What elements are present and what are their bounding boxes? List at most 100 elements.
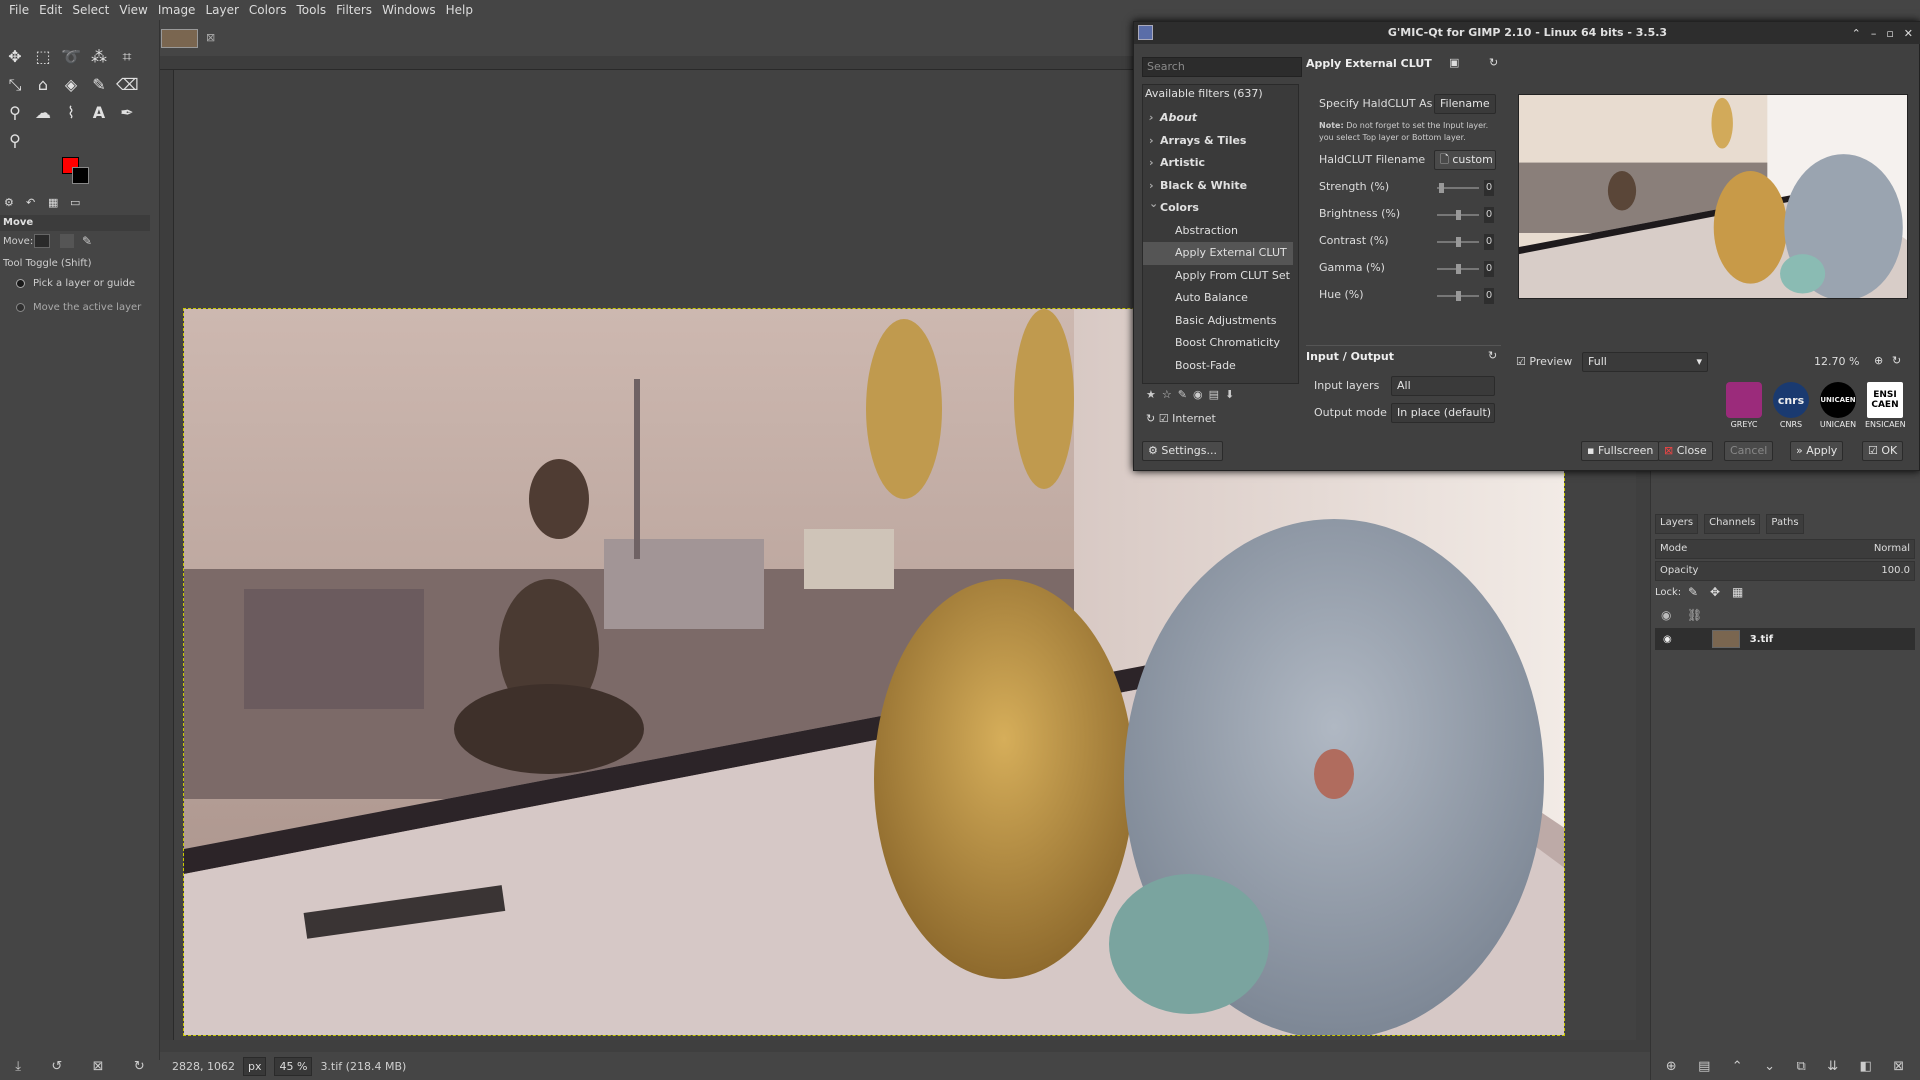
param-value[interactable]: 0 xyxy=(1484,234,1494,250)
move-path-mode-icon[interactable]: ✎ xyxy=(82,234,92,248)
collapse-icon[interactable]: ⌃ xyxy=(1852,27,1861,40)
layer-visibility-icon[interactable]: ◉ xyxy=(1663,634,1672,645)
param-slider[interactable] xyxy=(1437,291,1479,301)
tab-channels[interactable]: Channels xyxy=(1704,514,1761,534)
menu-file[interactable]: File xyxy=(4,3,34,17)
new-group-icon[interactable]: ▤ xyxy=(1698,1059,1710,1074)
cancel-button[interactable]: Cancel xyxy=(1724,441,1774,461)
menu-colors[interactable]: Colors xyxy=(244,3,292,17)
haldclut-file-button[interactable]: 🗋 custom xyxy=(1434,150,1496,170)
maximize-icon[interactable]: ▫ xyxy=(1886,27,1893,40)
preview-refresh-icon[interactable]: ↻ xyxy=(1892,354,1901,367)
download-icon[interactable]: ⬇ xyxy=(1225,388,1234,408)
rect-select-icon[interactable]: ⬚ xyxy=(32,46,54,68)
menu-filters[interactable]: Filters xyxy=(331,3,377,17)
zoom-fit-icon[interactable]: ⊕ xyxy=(1874,354,1883,367)
layer-mode-value[interactable]: Normal xyxy=(1874,540,1910,558)
delete-layer-icon[interactable]: ⊠ xyxy=(1893,1059,1904,1074)
menu-layer[interactable]: Layer xyxy=(200,3,243,17)
filter-tree-item[interactable]: Apply From CLUT Set xyxy=(1143,265,1293,288)
param-slider[interactable] xyxy=(1437,237,1479,247)
slider-handle[interactable] xyxy=(1455,210,1461,220)
filter-tree-item[interactable]: Auto Balance xyxy=(1143,287,1293,310)
filter-tree-item[interactable]: Apply External CLUT xyxy=(1143,242,1293,265)
preview-zoom[interactable]: 12.70 % xyxy=(1814,355,1859,368)
move-layer-mode-icon[interactable] xyxy=(34,234,50,248)
lock-position-icon[interactable]: ✥ xyxy=(1710,585,1720,599)
expand-all-icon[interactable]: ▤ xyxy=(1209,388,1219,408)
minimize-icon[interactable]: – xyxy=(1871,27,1877,40)
smudge-icon[interactable]: ☁ xyxy=(32,102,54,124)
merge-layer-icon[interactable]: ⇊ xyxy=(1827,1059,1838,1074)
preview-mode-select[interactable]: Full ▾ xyxy=(1582,352,1708,372)
filter-tree-item[interactable]: Artistic xyxy=(1143,152,1293,175)
filter-fave-icon[interactable]: ▣ xyxy=(1449,56,1459,69)
slider-handle[interactable] xyxy=(1438,183,1444,193)
unit-select[interactable]: px xyxy=(242,1056,267,1076)
filter-tree-item[interactable]: Arrays & Tiles xyxy=(1143,130,1293,153)
bucket-fill-icon[interactable]: ◈ xyxy=(60,74,82,96)
vertical-ruler[interactable] xyxy=(160,70,174,1040)
filter-reset-icon[interactable]: ↻ xyxy=(1489,56,1498,69)
crop-icon[interactable]: ⌗ xyxy=(116,46,138,68)
image-tab-thumbnail[interactable] xyxy=(161,29,198,48)
color-picker-icon[interactable]: ✒ xyxy=(116,102,138,124)
delete-options-icon[interactable]: ⊠ xyxy=(93,1059,104,1074)
lock-pixels-icon[interactable]: ✎ xyxy=(1688,585,1698,599)
filter-tree-item[interactable]: Colors xyxy=(1143,197,1293,220)
apply-button[interactable]: » Apply xyxy=(1790,441,1844,461)
undo-history-tab-icon[interactable]: ↶ xyxy=(26,196,42,210)
filter-tree-item[interactable]: Boost-Fade xyxy=(1143,355,1293,378)
filter-tree-item[interactable]: Black & White xyxy=(1143,175,1293,198)
zoom-icon[interactable]: ⚲ xyxy=(4,130,26,152)
param-slider[interactable] xyxy=(1437,264,1479,274)
fuzzy-select-icon[interactable]: ⁂ xyxy=(88,46,110,68)
fullscreen-button[interactable]: ▪ Fullscreen xyxy=(1581,441,1660,461)
filter-tree[interactable]: Available filters (637) AboutArrays & Ti… xyxy=(1142,84,1299,384)
param-slider[interactable] xyxy=(1437,183,1479,193)
close-window-icon[interactable]: ✕ xyxy=(1904,27,1913,40)
layer-mode-row[interactable]: Mode Normal xyxy=(1655,539,1915,559)
internet-checkbox[interactable]: ☑ xyxy=(1159,412,1169,425)
settings-button[interactable]: ⚙ Settings... xyxy=(1142,441,1223,461)
add-fave-icon[interactable]: ★ xyxy=(1146,388,1156,408)
menu-view[interactable]: View xyxy=(114,3,152,17)
transform-icon[interactable]: ⤡ xyxy=(4,74,26,96)
tool-options-tab-icon[interactable]: ⚙ xyxy=(4,196,20,210)
restore-options-icon[interactable]: ↺ xyxy=(51,1059,62,1074)
menu-select[interactable]: Select xyxy=(67,3,114,17)
remove-fave-icon[interactable]: ☆ xyxy=(1162,388,1172,408)
eraser-icon[interactable]: ⌫ xyxy=(116,74,139,96)
image-tab-close-icon[interactable]: ⊠ xyxy=(206,31,215,44)
move-selection-mode-icon[interactable] xyxy=(60,234,74,248)
io-reset-icon[interactable]: ↻ xyxy=(1488,349,1497,362)
ok-button[interactable]: ☑ OK xyxy=(1862,441,1904,461)
lower-layer-icon[interactable]: ⌄ xyxy=(1764,1059,1775,1074)
paths-icon[interactable]: ⌇ xyxy=(60,102,82,124)
move-tool-icon[interactable]: ✥ xyxy=(4,46,26,68)
output-mode-select[interactable]: In place (default) xyxy=(1391,403,1495,423)
pick-layer-option[interactable]: Pick a layer or guide xyxy=(16,278,135,289)
menu-edit[interactable]: Edit xyxy=(34,3,67,17)
save-options-icon[interactable]: ⤓ xyxy=(15,1059,21,1074)
canvas-horizontal-scrollbar[interactable] xyxy=(160,1040,1650,1052)
param-value[interactable]: 0 xyxy=(1484,288,1494,304)
preview-image[interactable] xyxy=(1518,94,1908,299)
layer-opacity-row[interactable]: Opacity 100.0 xyxy=(1655,561,1915,581)
images-tab-icon[interactable]: ▦ xyxy=(48,196,64,210)
menu-windows[interactable]: Windows xyxy=(377,3,441,17)
param-value[interactable]: 0 xyxy=(1484,261,1494,277)
internet-update-row[interactable]: ↻ ☑ Internet xyxy=(1146,412,1216,425)
warp-icon[interactable]: ⌂ xyxy=(32,74,54,96)
input-layers-select[interactable]: All xyxy=(1391,376,1495,396)
param-value[interactable]: 0 xyxy=(1484,180,1494,196)
menu-tools[interactable]: Tools xyxy=(292,3,332,17)
layer-name[interactable]: 3.tif xyxy=(1750,634,1773,645)
tab-layers[interactable]: Layers xyxy=(1655,514,1699,534)
raise-layer-icon[interactable]: ⌃ xyxy=(1732,1059,1743,1074)
filter-search-input[interactable]: Search xyxy=(1142,57,1302,77)
text-tool-icon[interactable]: A xyxy=(88,102,110,124)
device-status-tab-icon[interactable]: ▭ xyxy=(70,196,86,210)
filter-tree-item[interactable]: About xyxy=(1143,107,1293,130)
background-color-swatch[interactable] xyxy=(72,167,89,184)
